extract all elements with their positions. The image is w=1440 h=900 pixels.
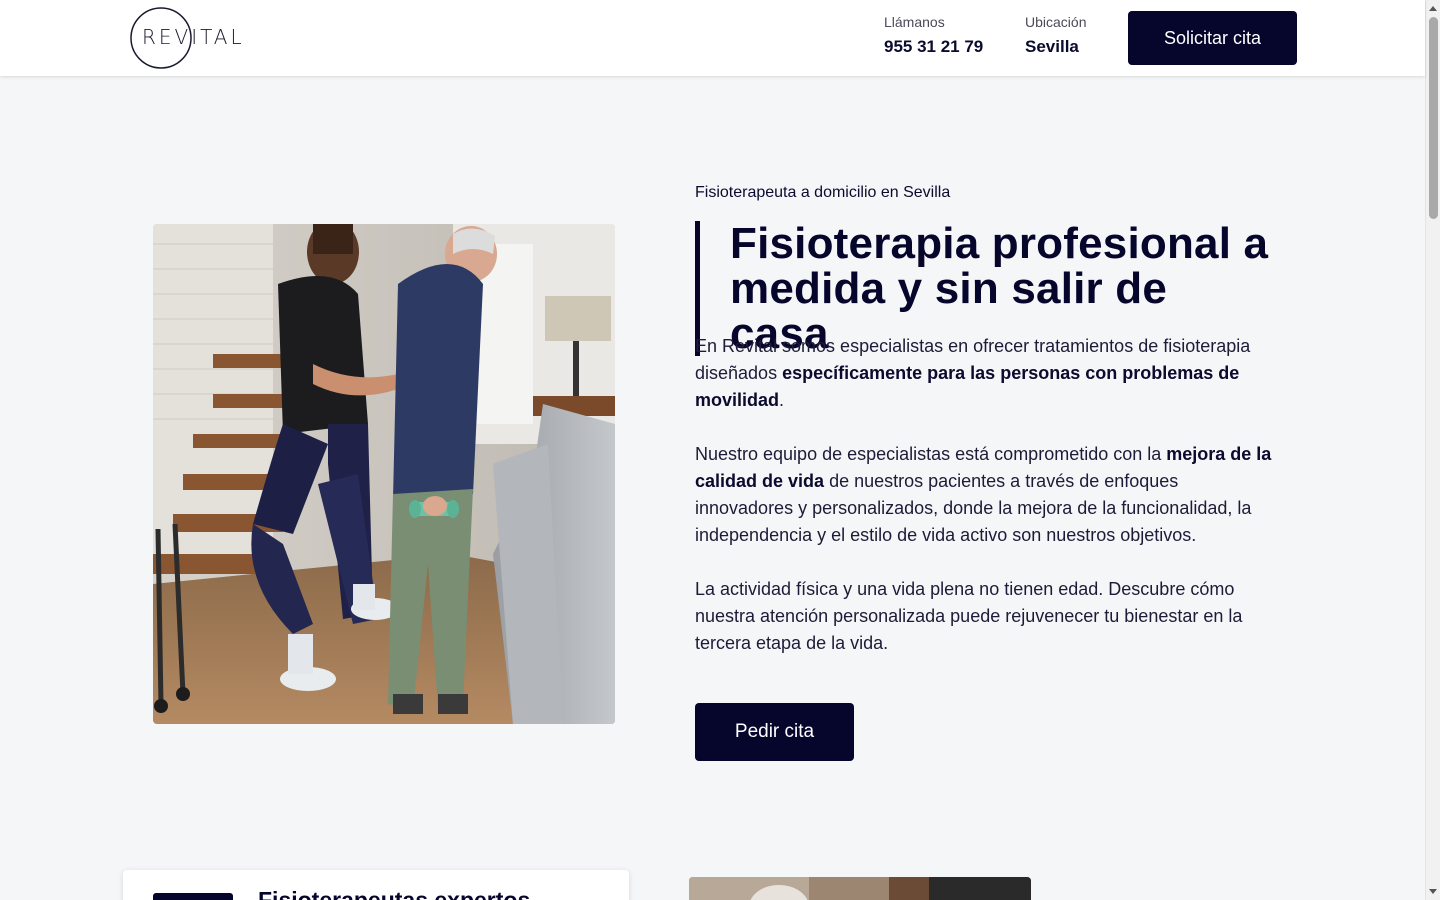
feature-card: Fisioterapeutas expertos bbox=[123, 870, 629, 900]
p1-text-c: . bbox=[779, 390, 785, 410]
hero-paragraph-2: Nuestro equipo de especialistas está com… bbox=[695, 441, 1280, 549]
secondary-photo bbox=[689, 877, 1031, 900]
p2-text-a: Nuestro equipo de especialistas está com… bbox=[695, 444, 1167, 464]
feature-card-title: Fisioterapeutas expertos bbox=[258, 887, 531, 900]
scroll-down-arrow-icon[interactable] bbox=[1429, 889, 1437, 894]
hero-photo bbox=[153, 224, 615, 724]
hero-description: En Revital somos especialistas en ofrece… bbox=[695, 333, 1280, 684]
revital-logo[interactable]: REVITAL bbox=[130, 7, 242, 69]
scroll-up-arrow-icon[interactable] bbox=[1429, 6, 1437, 11]
phone-label: Llámanos bbox=[884, 14, 945, 30]
site-header: REVITAL Llámanos 955 31 21 79 Ubicación … bbox=[0, 0, 1425, 76]
scrollbar-thumb[interactable] bbox=[1429, 17, 1438, 219]
secondary-photo-image bbox=[689, 877, 1031, 900]
hero-paragraph-3: La actividad física y una vida plena no … bbox=[695, 579, 1243, 653]
book-appointment-button[interactable]: Pedir cita bbox=[695, 703, 854, 761]
logo-wordmark: REVITAL bbox=[142, 25, 245, 49]
location-label: Ubicación bbox=[1025, 14, 1087, 30]
location-value: Sevilla bbox=[1025, 37, 1079, 56]
page-scrollbar[interactable] bbox=[1425, 0, 1440, 900]
phone-contact[interactable]: Llámanos 955 31 21 79 bbox=[884, 14, 983, 57]
hero-eyebrow: Fisioterapeuta a domicilio en Sevilla bbox=[695, 184, 951, 201]
physio-session-image bbox=[153, 224, 615, 724]
phone-number[interactable]: 955 31 21 79 bbox=[884, 37, 983, 57]
request-appointment-button[interactable]: Solicitar cita bbox=[1128, 11, 1297, 65]
location-contact: Ubicación Sevilla bbox=[1025, 14, 1086, 57]
hero-paragraph-1: En Revital somos especialistas en ofrece… bbox=[695, 333, 1280, 414]
feature-card-icon bbox=[153, 893, 233, 900]
